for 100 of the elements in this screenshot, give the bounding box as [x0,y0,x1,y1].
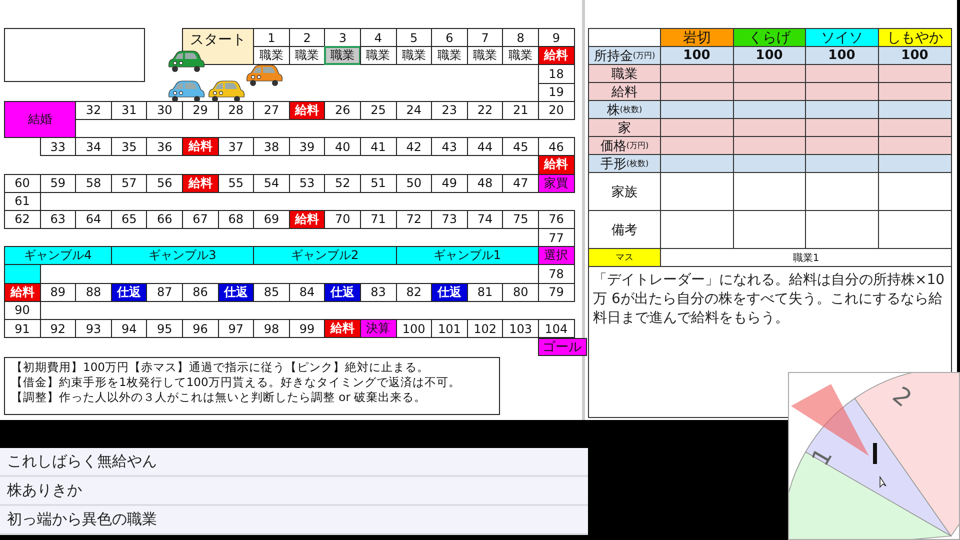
board-square: 25 [360,100,397,120]
marker-icon [873,443,877,464]
board-square: 39 [288,137,326,156]
gamble-square: ギャンブル1 [396,246,539,266]
board-square: 101 [431,319,468,338]
table-cell: 100 [806,47,878,65]
board-square: 51 [360,174,397,193]
gamble-square: ギャンブル3 [110,246,254,266]
board-square: 59 [40,174,76,193]
salary-square: 給料 [538,155,574,174]
row-label: 家 [589,119,661,137]
player-name: しもやか [878,29,951,47]
salary-square: 給料 [288,100,326,120]
board-square: 43 [431,137,468,156]
job-square: 職業 [466,46,504,66]
board-square: 35 [110,137,148,156]
row-label: 家族 [589,173,661,211]
board-square: 45 [502,137,539,156]
board-square: 69 [253,210,290,230]
board-square: 9 [538,28,574,48]
board-square: 95 [146,319,183,338]
job-square: 職業 [360,46,397,66]
board-square: 28 [218,100,254,120]
square-description: 「デイトレーダー」になれる。給料は自分の所持株×10万 6が出たら自分の株をすべて失う。これにするなら給料日まで進んで給料をもらう。 [592,271,946,328]
board-square: 47 [502,174,539,193]
player-name: ソイソ [806,29,878,47]
board-square: 61 [4,192,41,211]
board-square: 37 [218,137,254,156]
job-square: 職業 [288,46,326,66]
job-square: 職業 [396,46,432,66]
board-square: 34 [75,137,112,156]
board-square: 62 [4,210,41,230]
rules-text: 【初期費用】100万円【赤マス】通過で指示に従う【ピンク】絶対に止まる。 【借金】約束手形を1枚発行して100万円貰える。好きなタイミングで返済は不可。 【調整】作った人以外の３人がこれは無いと判断したら調整 or 破棄出来る。 [4,357,500,416]
board-square: 36 [146,137,183,156]
event-square: 決算 [360,319,397,338]
board-square: 77 [538,228,574,248]
board-square: 63 [40,210,76,230]
board-square: 19 [538,82,574,102]
board-square: 71 [360,210,397,230]
board-square: 53 [288,174,326,193]
chat-comment: これしばらく無給やん [0,448,588,477]
board-square: 55 [218,174,254,193]
board-square: 20 [538,100,574,120]
gamble-square: ギャンブル4 [4,246,112,266]
board-square: 27 [253,100,290,120]
board-square: 93 [75,319,112,338]
board-square: 52 [324,174,361,193]
board-square: 100 [396,319,432,338]
board-square: 18 [538,64,574,84]
cursor-icon [880,476,886,488]
board-square: 74 [466,210,504,230]
revenge-square: 仕返 [110,282,148,302]
event-square: 選択 [538,246,574,266]
revenge-square: 仕返 [324,282,361,302]
board-square: 54 [253,174,290,193]
board-square: 44 [466,137,504,156]
board-square: 48 [466,174,504,193]
board-square: 68 [218,210,254,230]
board-square: 88 [75,282,112,302]
board-square: 22 [466,100,504,120]
board-square: 38 [253,137,290,156]
salary-square: 給料 [538,46,574,66]
salary-square: 給料 [4,282,41,302]
square-name: 職業1 [661,249,951,267]
board-square: 72 [396,210,432,230]
board-square: 42 [396,137,432,156]
board-square: 31 [110,100,148,120]
chat-comment: 株ありきか [0,477,588,506]
board-square: 32 [75,100,112,120]
board-square: 30 [146,100,183,120]
board-square: 64 [75,210,112,230]
board-square: 87 [146,282,183,302]
board-square: 84 [288,282,326,302]
board-square: 98 [253,319,290,338]
table-cell: 100 [661,47,734,65]
board-square: 46 [538,137,574,156]
table-cell: 100 [734,47,806,65]
board-square: 103 [502,319,539,338]
wheel-number: 1 [806,443,838,471]
board-square: 94 [110,319,148,338]
job-square: 職業 [502,46,539,66]
goal-square: ゴール [538,338,586,356]
board-square: 85 [253,282,290,302]
event-square: 家買 [538,174,574,193]
player-name: くらげ [734,29,806,47]
board-square: 65 [110,210,148,230]
board-square: 41 [360,137,397,156]
board-square: 60 [4,174,41,193]
board-square: 89 [40,282,76,302]
board-square: 75 [502,210,539,230]
job-square: 職業 [253,46,290,66]
gamble-square: ギャンブル2 [253,246,397,266]
board-square: 24 [396,100,432,120]
board-square: 81 [466,282,504,302]
revenge-square: 仕返 [431,282,468,302]
board-square: 26 [324,100,361,120]
board-square: 102 [466,319,504,338]
square-label: マス [589,249,661,267]
board-square: 91 [4,319,41,338]
table-cell: 100 [878,47,951,65]
